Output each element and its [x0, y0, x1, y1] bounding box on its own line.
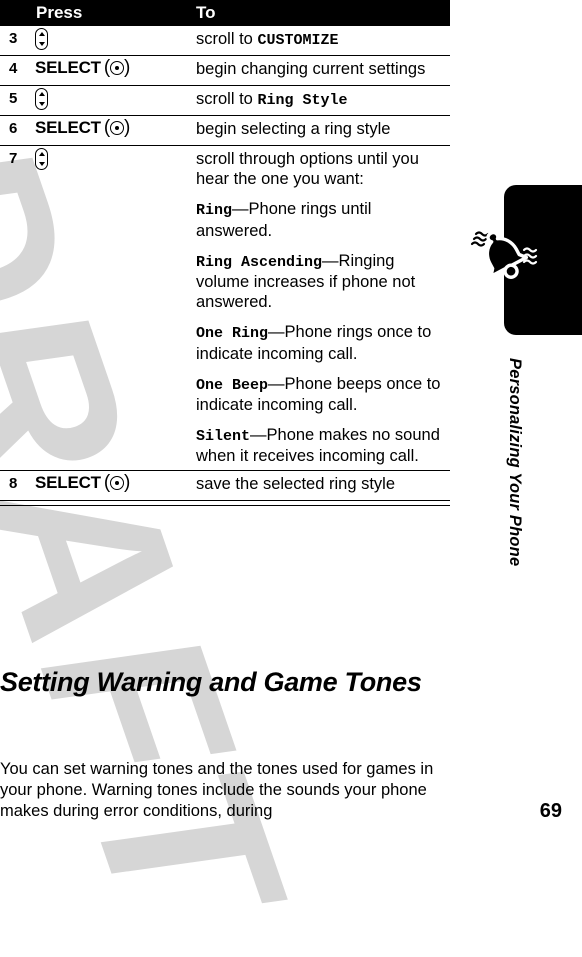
- ui-term: Ring: [196, 202, 233, 220]
- description-line: scroll through options until you hear th…: [196, 149, 446, 189]
- description-line: scroll to Ring Style: [196, 89, 446, 110]
- description-cell: begin selecting a ring style: [196, 119, 446, 139]
- table-row: 6 SELECT() begin selecting a ring style: [0, 116, 450, 146]
- description-line: begin changing current settings: [196, 59, 446, 79]
- select-center-key-icon: [110, 61, 125, 75]
- description-line: scroll to CUSTOMIZE: [196, 29, 446, 50]
- table-row: 7 scroll through options until you hear t…: [0, 146, 450, 472]
- table-row: 8 SELECT() save the selected ring style: [0, 471, 450, 502]
- description-text: begin selecting a ring style: [196, 120, 391, 138]
- nav-key-updown-icon: [35, 28, 48, 50]
- page-title: Setting Warning and Game Tones: [0, 667, 422, 698]
- chapter-title: Personalizing Your Phone: [506, 358, 524, 567]
- ui-term: One Beep: [196, 376, 269, 394]
- select-center-key-icon: [110, 476, 125, 491]
- description-text: scroll through options until you hear th…: [196, 150, 419, 189]
- description-cell: scroll through options until you hear th…: [196, 149, 446, 466]
- table-body: 3 scroll to CUSTOMIZE 4 SELECT() begin chang…: [0, 26, 450, 502]
- description-line: Ring Ascending—Ringing volume increases …: [196, 251, 446, 313]
- step-number: 7: [9, 150, 18, 167]
- table-row: 3 scroll to CUSTOMIZE: [0, 26, 450, 56]
- description-cell: scroll to CUSTOMIZE: [196, 29, 446, 50]
- step-number: 6: [9, 120, 18, 137]
- press-cell: [35, 88, 190, 110]
- select-key-glyph: (): [103, 472, 131, 494]
- select-key-label: SELECT: [35, 58, 101, 77]
- table-bottom-rule: [0, 505, 450, 507]
- chapter-sidebar: Personalizing Your Phone: [470, 0, 582, 835]
- description-line: One Beep—Phone beeps once to indicate in…: [196, 374, 446, 415]
- select-key-glyph: (): [103, 57, 131, 78]
- table-row: 4 SELECT() begin changing current settings: [0, 56, 450, 86]
- press-cell: SELECT(): [35, 118, 190, 138]
- column-header-press: Press: [36, 3, 83, 22]
- select-key-glyph: (): [103, 117, 131, 138]
- nav-key-updown-icon: [35, 148, 48, 170]
- press-cell: SELECT(): [35, 473, 190, 493]
- step-number: 3: [9, 30, 18, 47]
- section-paragraph: You can set warning tones and the tones …: [0, 759, 434, 820]
- description-text: scroll to: [196, 90, 258, 108]
- ui-term: Ring Style: [257, 92, 348, 109]
- nav-key-updown-icon: [35, 88, 48, 110]
- select-center-key-icon: [110, 121, 125, 135]
- description-text: scroll to: [196, 30, 258, 48]
- procedure-steps-table: Press To 3 scroll to CUSTOMIZE 4 SELECT() be…: [0, 0, 450, 507]
- step-number: 4: [9, 60, 18, 77]
- press-cell: [35, 28, 190, 50]
- step-number: 8: [9, 475, 18, 493]
- ui-term: Silent: [196, 428, 251, 446]
- page-number: 69: [539, 800, 562, 822]
- description-line: Silent—Phone makes no sound when it rece…: [196, 425, 446, 466]
- description-cell: begin changing current settings: [196, 59, 446, 79]
- ui-term: One Ring: [196, 325, 269, 343]
- step-number: 5: [9, 90, 18, 107]
- press-cell: [35, 148, 190, 170]
- ringing-bell-icon: [468, 228, 544, 288]
- select-key-label: SELECT: [35, 118, 101, 137]
- description-text: save the selected ring style: [196, 475, 396, 494]
- press-cell: SELECT(): [35, 58, 190, 78]
- table-row: 5 scroll to Ring Style: [0, 86, 450, 116]
- description-line: One Ring—Phone rings once to indicate in…: [196, 322, 446, 363]
- description-cell: scroll to Ring Style: [196, 89, 446, 110]
- ui-term: Ring Ascending: [196, 253, 323, 271]
- ui-term: CUSTOMIZE: [257, 32, 339, 49]
- column-header-to: To: [196, 3, 216, 22]
- description-line: save the selected ring style: [196, 474, 446, 494]
- description-cell: save the selected ring style: [196, 474, 446, 494]
- description-text: begin changing current settings: [196, 60, 426, 78]
- description-line: begin selecting a ring style: [196, 119, 446, 139]
- description-line: Ring—Phone rings until answered.: [196, 199, 446, 240]
- table-header-row: Press To: [0, 0, 450, 26]
- select-key-label: SELECT: [35, 473, 101, 493]
